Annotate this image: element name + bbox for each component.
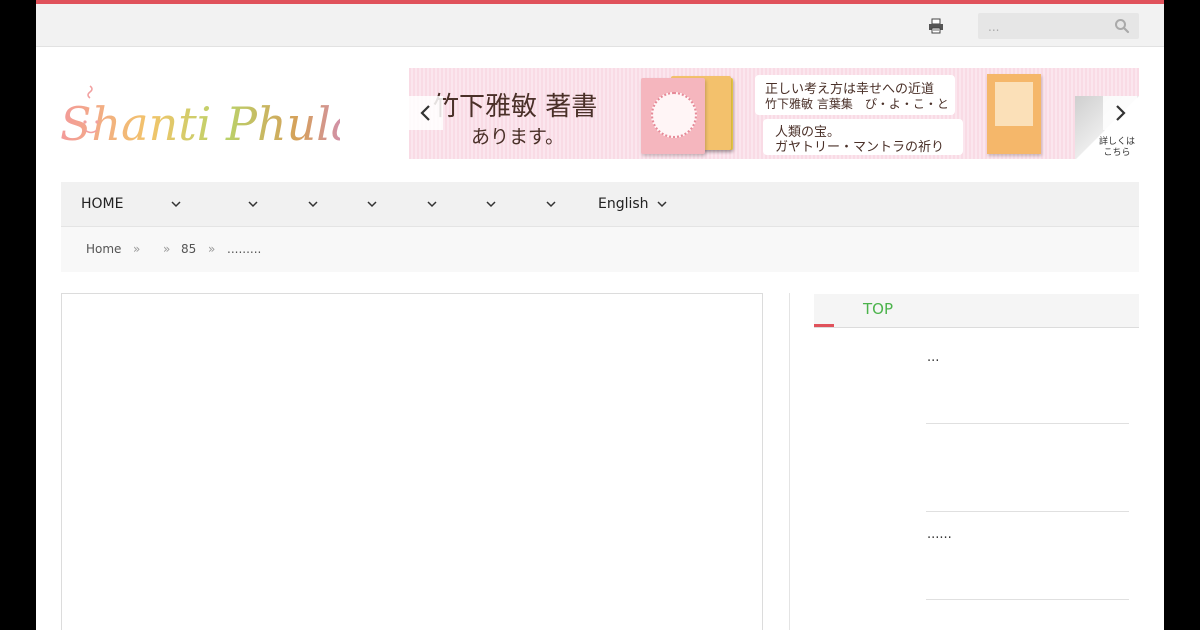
nav-item-label: HOME [81, 196, 124, 212]
search-input[interactable] [986, 17, 1110, 37]
breadcrumb: Home » » 85 » ......... [61, 227, 1139, 272]
nav-item[interactable] [240, 182, 258, 226]
nav-item[interactable] [419, 182, 437, 226]
sidebar-header-accent [814, 324, 834, 327]
sidebar-text[interactable]: ...... [927, 527, 952, 542]
chevron-down-icon [427, 201, 437, 208]
logo-text: Shanti Phula [60, 97, 340, 151]
chevron-right-icon [1116, 105, 1126, 121]
search-icon[interactable] [1114, 18, 1130, 34]
nav-item-label: English [598, 196, 649, 212]
bubble-line: ガヤトリー・マントラの祈り [775, 140, 945, 155]
nav-item[interactable] [163, 182, 181, 226]
printer-icon[interactable] [928, 18, 944, 34]
breadcrumb-separator: » [208, 242, 216, 256]
sidebar-header: TOP [814, 294, 1139, 328]
chevron-down-icon [657, 201, 667, 208]
book-image [987, 74, 1041, 154]
sidebar-divider [926, 599, 1129, 600]
carousel-next-button[interactable] [1103, 96, 1137, 130]
chevron-down-icon [546, 201, 556, 208]
banner-subtitle: あります。 [471, 126, 565, 148]
sidebar-text[interactable]: ... [927, 350, 939, 365]
column-divider [789, 293, 790, 630]
banner-title: 竹下雅敏 著書 [433, 92, 598, 122]
breadcrumb-home[interactable]: Home [86, 242, 121, 256]
banner-bubble: 正しい考え方は幸せへの近道 竹下雅敏 言葉集 ぴ・よ・こ・と [755, 75, 955, 115]
chevron-down-icon [367, 201, 377, 208]
chevron-down-icon [308, 201, 318, 208]
breadcrumb-item[interactable]: 85 [181, 242, 196, 256]
nav-item-english[interactable]: English [598, 182, 667, 226]
promo-banner[interactable]: 竹下雅敏 著書 あります。 正しい考え方は幸せへの近道 竹下雅敏 言葉集 ぴ・よ… [409, 68, 1139, 159]
banner-bubble: 人類の宝。 ガヤトリー・マントラの祈り [763, 119, 963, 155]
detail-link[interactable]: 詳しくは こちら [1099, 137, 1135, 159]
sidebar-divider [926, 511, 1129, 512]
nav-item-home[interactable]: HOME [81, 182, 123, 226]
page: Shanti Phula 竹下雅敏 著書 あります。 正しい考え方は幸せへの近道… [36, 0, 1164, 630]
nav-item[interactable] [300, 182, 318, 226]
breadcrumb-separator: » [133, 242, 141, 256]
breadcrumb-separator: » [163, 242, 171, 256]
nav-item[interactable] [359, 182, 377, 226]
chevron-down-icon [486, 201, 496, 208]
breadcrumb-current: ......... [227, 242, 262, 256]
nav-item[interactable] [478, 182, 496, 226]
chevron-left-icon [420, 105, 430, 121]
sidebar-divider [926, 423, 1129, 424]
main-nav: HOME English [61, 182, 1139, 227]
carousel-prev-button[interactable] [409, 96, 443, 130]
chevron-down-icon [171, 201, 181, 208]
site-logo[interactable]: Shanti Phula [60, 80, 358, 155]
main-content [61, 293, 763, 630]
nav-item[interactable] [538, 182, 556, 226]
sidebar-title[interactable]: TOP [863, 300, 893, 318]
chevron-down-icon [248, 201, 258, 208]
bubble-line: 竹下雅敏 言葉集 ぴ・よ・こ・と [765, 97, 949, 111]
search-box [978, 13, 1139, 39]
book-image [641, 78, 705, 154]
top-bar [36, 4, 1164, 47]
